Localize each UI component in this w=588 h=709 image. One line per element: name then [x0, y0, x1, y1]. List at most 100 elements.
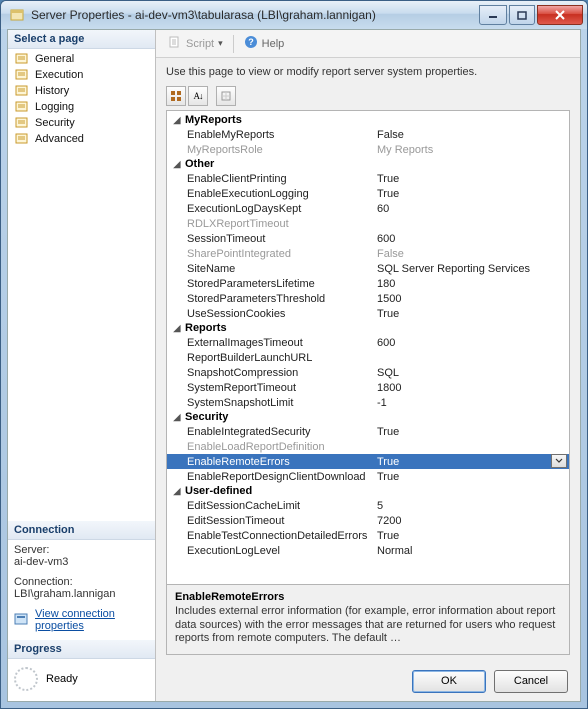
- property-value[interactable]: My Reports: [377, 144, 567, 156]
- property-row[interactable]: ExecutionLogDaysKept60: [167, 201, 569, 216]
- property-value[interactable]: 7200: [377, 515, 567, 527]
- sidebar-item-general[interactable]: General: [12, 51, 151, 67]
- group-header[interactable]: ◢Reports: [167, 321, 569, 335]
- button-bar: OK Cancel: [156, 661, 580, 701]
- group-header[interactable]: ◢Security: [167, 410, 569, 424]
- property-row[interactable]: SystemReportTimeout1800: [167, 380, 569, 395]
- sidebar-item-logging[interactable]: Logging: [12, 99, 151, 115]
- titlebar[interactable]: Server Properties - ai-dev-vm3\tabularas…: [1, 1, 587, 29]
- property-value[interactable]: True: [377, 456, 567, 468]
- property-value[interactable]: True: [377, 530, 567, 542]
- property-description: EnableRemoteErrors Includes external err…: [167, 584, 569, 654]
- group-name: Security: [185, 411, 228, 423]
- property-row[interactable]: UseSessionCookiesTrue: [167, 306, 569, 321]
- window-title: Server Properties - ai-dev-vm3\tabularas…: [31, 8, 479, 22]
- group-name: MyReports: [185, 114, 242, 126]
- property-row[interactable]: SnapshotCompressionSQL: [167, 365, 569, 380]
- property-row[interactable]: EditSessionCacheLimit5: [167, 498, 569, 513]
- help-button[interactable]: ? Help: [240, 33, 289, 54]
- property-row[interactable]: RDLXReportTimeout: [167, 216, 569, 231]
- property-row[interactable]: EnableReportDesignClientDownloadTrue: [167, 469, 569, 484]
- property-row[interactable]: EditSessionTimeout7200: [167, 513, 569, 528]
- collapse-icon: ◢: [171, 114, 183, 126]
- property-row[interactable]: EnableIntegratedSecurityTrue: [167, 424, 569, 439]
- cancel-button[interactable]: Cancel: [494, 670, 568, 693]
- property-value[interactable]: 1500: [377, 293, 567, 305]
- property-row[interactable]: MyReportsRoleMy Reports: [167, 142, 569, 157]
- sidebar-header-select: Select a page: [8, 30, 155, 49]
- property-value[interactable]: -1: [377, 397, 567, 409]
- property-value[interactable]: SQL: [377, 367, 567, 379]
- property-row[interactable]: EnableRemoteErrorsTrue: [167, 454, 569, 469]
- sidebar-item-label: Execution: [35, 69, 83, 81]
- toolbar: Script ▾ ? Help: [156, 30, 580, 58]
- property-name: EnableLoadReportDefinition: [187, 441, 377, 453]
- group-header[interactable]: ◢MyReports: [167, 113, 569, 127]
- script-button[interactable]: Script ▾: [164, 33, 227, 54]
- group-header[interactable]: ◢User-defined: [167, 484, 569, 498]
- sidebar-item-label: History: [35, 85, 69, 97]
- categorize-button[interactable]: [166, 86, 186, 106]
- property-row[interactable]: StoredParametersLifetime180: [167, 276, 569, 291]
- property-value[interactable]: False: [377, 248, 567, 260]
- property-value[interactable]: False: [377, 129, 567, 141]
- property-name: StoredParametersLifetime: [187, 278, 377, 290]
- minimize-button[interactable]: [479, 5, 507, 25]
- sort-alpha-button[interactable]: A↓: [188, 86, 208, 106]
- property-name: SystemSnapshotLimit: [187, 397, 377, 409]
- sidebar-item-security[interactable]: Security: [12, 115, 151, 131]
- property-name: ExternalImagesTimeout: [187, 337, 377, 349]
- property-name: ExecutionLogLevel: [187, 545, 377, 557]
- property-row[interactable]: EnableExecutionLoggingTrue: [167, 186, 569, 201]
- properties-button[interactable]: [216, 86, 236, 106]
- property-row[interactable]: ReportBuilderLaunchURL: [167, 350, 569, 365]
- property-value[interactable]: 60: [377, 203, 567, 215]
- property-name: SessionTimeout: [187, 233, 377, 245]
- property-value[interactable]: True: [377, 471, 567, 483]
- sidebar-item-history[interactable]: History: [12, 83, 151, 99]
- progress-spinner-icon: [14, 667, 38, 691]
- property-row[interactable]: EnableLoadReportDefinition: [167, 439, 569, 454]
- property-row[interactable]: ExternalImagesTimeout600: [167, 335, 569, 350]
- view-connection-properties-link[interactable]: View connection properties: [35, 608, 149, 632]
- sidebar-item-advanced[interactable]: Advanced: [12, 131, 151, 147]
- properties-icon: [14, 612, 30, 629]
- property-row[interactable]: EnableTestConnectionDetailedErrorsTrue: [167, 528, 569, 543]
- property-value[interactable]: SQL Server Reporting Services: [377, 263, 567, 275]
- property-name: StoredParametersThreshold: [187, 293, 377, 305]
- property-value[interactable]: 5: [377, 500, 567, 512]
- property-name: UseSessionCookies: [187, 308, 377, 320]
- server-value: ai-dev-vm3: [14, 556, 149, 568]
- property-row[interactable]: ExecutionLogLevelNormal: [167, 543, 569, 558]
- dropdown-button[interactable]: [551, 454, 567, 468]
- property-value[interactable]: 600: [377, 233, 567, 245]
- property-row[interactable]: EnableClientPrintingTrue: [167, 171, 569, 186]
- property-value[interactable]: True: [377, 188, 567, 200]
- ok-button[interactable]: OK: [412, 670, 486, 693]
- property-value[interactable]: 1800: [377, 382, 567, 394]
- property-row[interactable]: SiteNameSQL Server Reporting Services: [167, 261, 569, 276]
- property-row[interactable]: SessionTimeout600: [167, 231, 569, 246]
- sidebar-item-execution[interactable]: Execution: [12, 67, 151, 83]
- sidebar-item-label: Advanced: [35, 133, 84, 145]
- property-row[interactable]: SharePointIntegratedFalse: [167, 246, 569, 261]
- maximize-button[interactable]: [509, 5, 535, 25]
- property-row[interactable]: EnableMyReportsFalse: [167, 127, 569, 142]
- property-name: SiteName: [187, 263, 377, 275]
- close-button[interactable]: [537, 5, 583, 25]
- page-icon: [14, 52, 30, 66]
- group-header[interactable]: ◢Other: [167, 157, 569, 171]
- property-value[interactable]: True: [377, 173, 567, 185]
- property-value[interactable]: 600: [377, 337, 567, 349]
- property-name: EnableMyReports: [187, 129, 377, 141]
- page-icon: [14, 116, 30, 130]
- property-value[interactable]: True: [377, 308, 567, 320]
- property-row[interactable]: SystemSnapshotLimit-1: [167, 395, 569, 410]
- connection-label: Connection:: [14, 576, 149, 588]
- property-value[interactable]: True: [377, 426, 567, 438]
- property-value[interactable]: Normal: [377, 545, 567, 557]
- property-name: EnableIntegratedSecurity: [187, 426, 377, 438]
- group-name: Other: [185, 158, 214, 170]
- property-row[interactable]: StoredParametersThreshold1500: [167, 291, 569, 306]
- property-value[interactable]: 180: [377, 278, 567, 290]
